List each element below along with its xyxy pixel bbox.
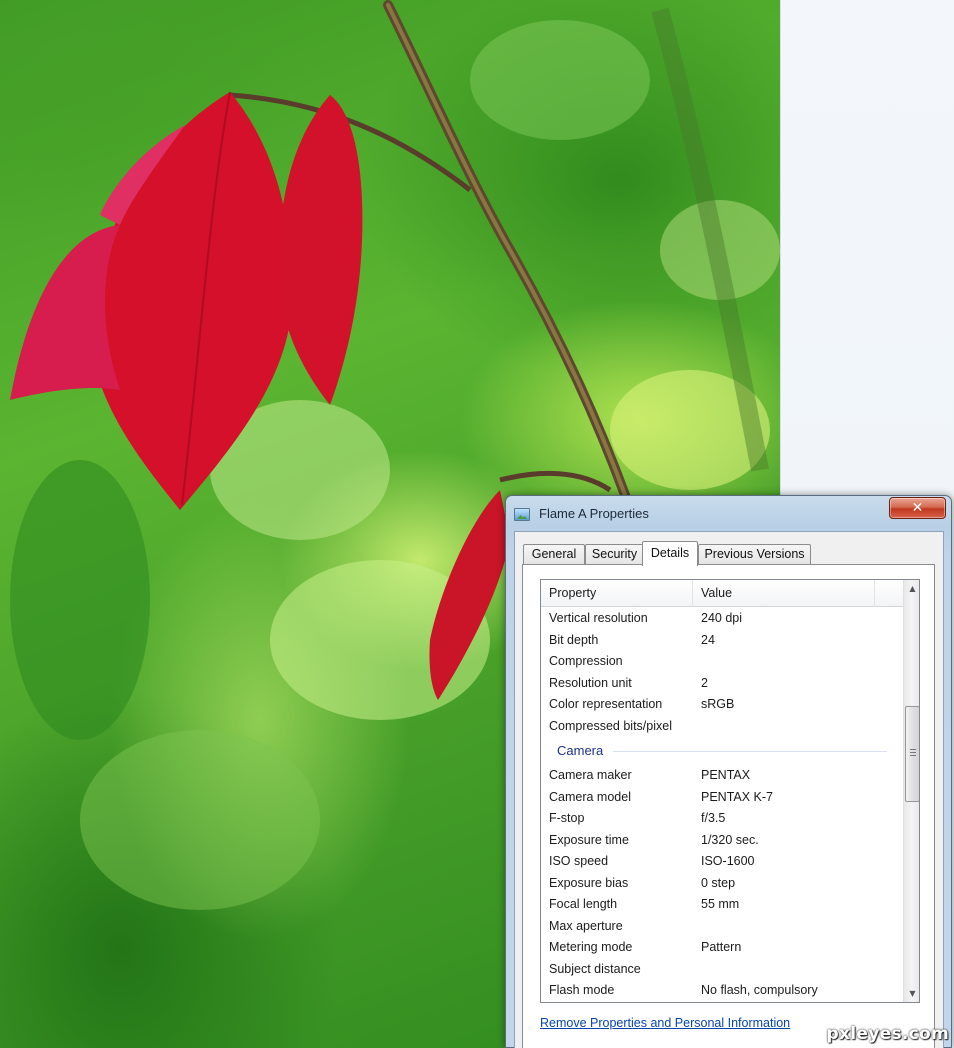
list-item[interactable]: Color representation sRGB (541, 694, 903, 716)
property-value: 1/320 sec. (701, 832, 759, 847)
property-name: Max aperture (549, 918, 623, 933)
property-name: Exposure bias (549, 875, 629, 890)
list-item[interactable]: ISO speed ISO-1600 (541, 851, 903, 873)
property-value: PENTAX K-7 (701, 789, 774, 804)
property-name: Camera maker (549, 768, 632, 782)
list-item[interactable]: Max aperture (541, 916, 903, 938)
property-value: 24 (701, 632, 715, 647)
properties-list[interactable]: Property Value Vertical resolution 240 d… (540, 579, 920, 1003)
property-value: 55 mm (701, 897, 740, 911)
property-name: F-stop (549, 811, 585, 825)
list-item[interactable]: Flash mode No flash, compulsory (541, 980, 903, 1002)
tab-security-label: Security (591, 547, 638, 561)
list-item[interactable]: Vertical resolution 240 dpi (541, 608, 903, 630)
property-name: Exposure time (549, 832, 629, 847)
list-item[interactable]: Exposure time 1/320 sec. (541, 830, 903, 852)
dialog-client-area: General Security Details Previous Versio… (514, 531, 944, 1048)
property-name: Camera model (549, 789, 631, 804)
property-name: ISO speed (549, 854, 609, 868)
group-header-label: Camera (557, 743, 604, 758)
tab-general-label: General (531, 547, 577, 561)
column-header-filler (875, 580, 903, 607)
scroll-down-arrow-icon[interactable]: ▼ (904, 985, 919, 1002)
dialog-title: Flame A Properties (539, 506, 649, 521)
list-body: Vertical resolution 240 dpi Bit depth 24… (541, 608, 903, 1002)
list-item[interactable]: Metering mode Pattern (541, 937, 903, 959)
group-header-camera[interactable]: Camera (541, 737, 903, 765)
property-name: Vertical resolution (549, 611, 648, 625)
group-divider (613, 751, 887, 752)
property-name: Subject distance (549, 961, 641, 976)
list-item[interactable]: Compressed bits/pixel (541, 716, 903, 738)
tab-details-label: Details (650, 546, 690, 560)
property-value: sRGB (701, 697, 735, 711)
tab-general[interactable]: General (523, 544, 585, 565)
remove-properties-link[interactable]: Remove Properties and Personal Informati… (540, 1016, 790, 1030)
tab-security[interactable]: Security (585, 544, 644, 565)
property-name: Bit depth (549, 632, 599, 647)
list-item[interactable]: Focal length 55 mm (541, 894, 903, 916)
property-name: Metering mode (549, 940, 633, 954)
list-item[interactable]: Subject distance (541, 959, 903, 981)
list-header: Property Value (541, 580, 903, 607)
list-item[interactable]: F-stop f/3.5 (541, 808, 903, 830)
list-item[interactable]: Resolution unit 2 (541, 673, 903, 695)
list-item[interactable]: Compression (541, 651, 903, 673)
list-item[interactable]: Exposure bias 0 step (541, 873, 903, 895)
list-item[interactable]: Camera maker PENTAX (541, 765, 903, 787)
scrollbar-grip-icon (910, 749, 916, 757)
property-value: Pattern (701, 940, 742, 954)
property-value: 2 (701, 675, 708, 690)
property-name: Compression (549, 654, 623, 668)
property-value: 240 dpi (701, 611, 743, 625)
close-button[interactable]: ✕ (889, 497, 946, 519)
property-value: PENTAX (701, 768, 751, 782)
tab-previous-versions-label: Previous Versions (704, 547, 805, 561)
column-header-value[interactable]: Value (693, 580, 875, 607)
property-value: f/3.5 (701, 811, 726, 825)
scrollbar-thumb[interactable] (905, 706, 919, 802)
details-tab-panel: Property Value Vertical resolution 240 d… (522, 564, 935, 1048)
list-item[interactable]: Camera model PENTAX K-7 (541, 787, 903, 809)
image-file-icon (514, 508, 530, 521)
property-name: Compressed bits/pixel (549, 718, 672, 733)
property-name: Focal length (549, 897, 618, 911)
tab-previous-versions[interactable]: Previous Versions (698, 544, 811, 565)
watermark: pxleyes.com (826, 1024, 949, 1044)
property-value: No flash, compulsory (701, 983, 818, 997)
property-name: Resolution unit (549, 675, 632, 690)
dialog-titlebar[interactable]: Flame A Properties ✕ (506, 496, 951, 532)
tab-details[interactable]: Details (642, 541, 698, 566)
close-icon: ✕ (911, 500, 924, 516)
column-header-property[interactable]: Property (541, 580, 693, 607)
property-value: 0 step (701, 875, 736, 890)
property-name: Flash mode (549, 983, 615, 997)
property-value: ISO-1600 (701, 854, 755, 868)
properties-dialog: Flame A Properties ✕ General Security De… (505, 495, 952, 1048)
scroll-up-arrow-icon[interactable]: ▲ (904, 580, 919, 597)
property-name: Color representation (549, 697, 663, 711)
vertical-scrollbar[interactable]: ▲ ▼ (903, 580, 919, 1002)
list-item[interactable]: Bit depth 24 (541, 630, 903, 652)
